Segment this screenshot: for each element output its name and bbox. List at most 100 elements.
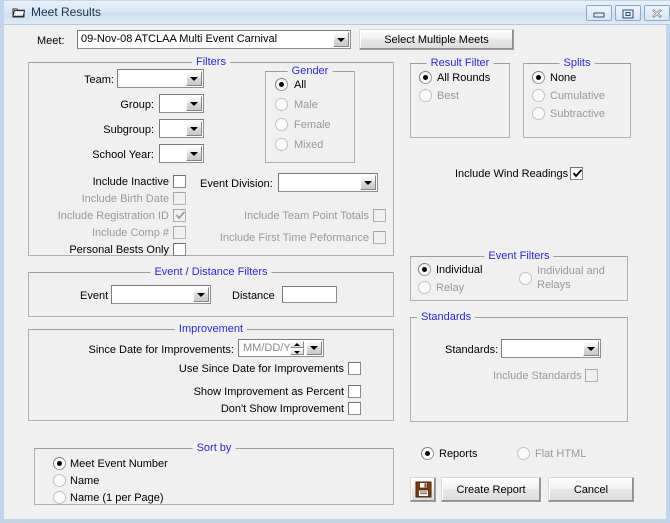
event-division-combo[interactable] bbox=[278, 173, 378, 192]
event-filters-radio-relay[interactable] bbox=[418, 281, 431, 294]
close-icon bbox=[652, 9, 662, 18]
subgroup-combo-arrow-button[interactable] bbox=[186, 121, 202, 136]
close-button[interactable] bbox=[644, 5, 670, 21]
checkmark-icon bbox=[175, 211, 186, 220]
include-birth-date-checkbox bbox=[173, 192, 186, 205]
distance-input[interactable] bbox=[282, 286, 337, 303]
splits-radio-none[interactable] bbox=[532, 71, 545, 84]
chevron-down-icon bbox=[310, 346, 318, 350]
splits-label-subtractive: Subtractive bbox=[550, 108, 606, 120]
folder-icon bbox=[12, 6, 26, 19]
event-division-combo-arrow-button[interactable] bbox=[360, 175, 376, 190]
splits-group-title: Splits bbox=[559, 57, 595, 69]
maximize-button[interactable] bbox=[615, 5, 641, 21]
radio-dot bbox=[536, 75, 541, 80]
restore-icon bbox=[622, 9, 634, 19]
splits-radio-cumulative[interactable] bbox=[532, 89, 545, 102]
include-wind-readings-label: Include Wind Readings bbox=[455, 168, 569, 180]
group-combo-value bbox=[163, 95, 184, 112]
save-button[interactable] bbox=[410, 477, 436, 502]
event-filters-label-relay: Relay bbox=[436, 282, 465, 294]
include-registration-id-label: Include Registration ID bbox=[57, 210, 169, 222]
standards-group-title: Standards bbox=[417, 311, 476, 323]
event-filters-group-title: Event Filters bbox=[484, 250, 554, 262]
result-filter-radio-all-rounds[interactable] bbox=[419, 71, 432, 84]
result-filter-group-title: Result Filter bbox=[426, 57, 494, 69]
standards-combo-arrow-button[interactable] bbox=[583, 341, 599, 356]
include-inactive-checkbox[interactable] bbox=[173, 175, 186, 188]
standards-select-label: Standards: bbox=[445, 344, 499, 356]
include-wind-readings-checkbox[interactable] bbox=[570, 167, 583, 180]
result-filter-radio-best[interactable] bbox=[419, 89, 432, 102]
include-team-point-totals-label: Include Team Point Totals bbox=[244, 210, 369, 222]
personal-bests-only-checkbox[interactable] bbox=[173, 243, 186, 256]
event-combo-arrow-button[interactable] bbox=[193, 287, 209, 302]
event-filters-label-individual: Individual bbox=[436, 264, 483, 276]
output-radio-flat-html[interactable] bbox=[517, 447, 530, 460]
sort-by-label-name-per-page: Name (1 per Page) bbox=[70, 492, 164, 504]
sort-by-radio-name-per-page[interactable] bbox=[53, 491, 66, 504]
subgroup-combo[interactable] bbox=[159, 119, 204, 138]
use-since-date-checkbox[interactable] bbox=[348, 362, 361, 375]
radio-dot bbox=[423, 75, 428, 80]
title-bar: Meet Results bbox=[4, 1, 670, 25]
event-filters-label-individual-and-relays: Individual and Relays bbox=[537, 265, 605, 291]
event-division-combo-value bbox=[282, 174, 358, 191]
cancel-button[interactable]: Cancel bbox=[548, 477, 634, 502]
show-improvement-percent-label: Show Improvement as Percent bbox=[193, 386, 344, 398]
include-first-time-performance-checkbox bbox=[373, 231, 386, 244]
filters-group-title: Filters bbox=[192, 56, 230, 68]
since-date-label: Since Date for Improvements: bbox=[88, 344, 234, 356]
meet-combo-arrow-button[interactable] bbox=[333, 32, 349, 47]
gender-radio-all[interactable] bbox=[275, 78, 288, 91]
floppy-disk-icon bbox=[415, 481, 431, 498]
gender-radio-female[interactable] bbox=[275, 118, 288, 131]
team-combo-arrow-button[interactable] bbox=[186, 71, 202, 86]
group-combo[interactable] bbox=[159, 94, 204, 113]
spinner-down-button[interactable] bbox=[290, 348, 304, 355]
gender-group-title: Gender bbox=[287, 65, 333, 77]
team-combo[interactable] bbox=[117, 69, 204, 88]
event-combo[interactable] bbox=[111, 285, 211, 304]
gender-label-all: All bbox=[294, 79, 307, 91]
since-date-dropdown-button[interactable] bbox=[306, 341, 322, 355]
meet-combo[interactable]: 09-Nov-08 ATCLAA Multi Event Carnival bbox=[77, 30, 351, 49]
sort-by-radio-meet-event-number[interactable] bbox=[53, 457, 66, 470]
select-multiple-meets-button[interactable]: Select Multiple Meets bbox=[359, 29, 514, 50]
event-filters-radio-individual-and-relays[interactable] bbox=[519, 272, 532, 285]
show-improvement-percent-checkbox[interactable] bbox=[348, 385, 361, 398]
dont-show-improvement-checkbox[interactable] bbox=[348, 402, 361, 415]
include-inactive-label: Include Inactive bbox=[92, 176, 169, 188]
output-radio-reports[interactable] bbox=[421, 447, 434, 460]
group-combo-arrow-button[interactable] bbox=[186, 96, 202, 111]
group-label: Group: bbox=[120, 99, 154, 111]
school-year-combo[interactable] bbox=[159, 144, 204, 163]
sort-by-radio-name[interactable] bbox=[53, 474, 66, 487]
spinner-up-button[interactable] bbox=[290, 341, 304, 348]
splits-label-none: None bbox=[550, 72, 577, 84]
dont-show-improvement-label: Don't Show Improvement bbox=[220, 403, 344, 415]
standards-combo[interactable] bbox=[501, 339, 601, 358]
team-combo-value bbox=[121, 70, 184, 87]
gender-radio-mixed[interactable] bbox=[275, 138, 288, 151]
since-date-input[interactable]: MM/DD/YY bbox=[238, 339, 324, 357]
result-filter-label-all-rounds: All Rounds bbox=[437, 72, 491, 84]
gender-radio-male[interactable] bbox=[275, 98, 288, 111]
school-year-combo-arrow-button[interactable] bbox=[186, 146, 202, 161]
chevron-down-icon bbox=[294, 350, 300, 354]
chevron-down-icon bbox=[190, 101, 198, 106]
include-first-time-performance-label: Include First Time Peformance bbox=[219, 232, 369, 244]
since-date-spinner[interactable] bbox=[290, 341, 304, 355]
create-report-button[interactable]: Create Report bbox=[441, 477, 541, 502]
minimize-button[interactable] bbox=[586, 5, 612, 21]
checkmark-icon bbox=[572, 169, 583, 178]
gender-label-female: Female bbox=[294, 119, 331, 131]
chevron-down-icon bbox=[190, 76, 198, 81]
event-filters-radio-individual[interactable] bbox=[418, 263, 431, 276]
distance-label: Distance bbox=[232, 290, 275, 302]
splits-radio-subtractive[interactable] bbox=[532, 107, 545, 120]
radio-dot bbox=[422, 267, 427, 272]
school-year-combo-value bbox=[163, 145, 184, 162]
include-team-point-totals-checkbox bbox=[373, 209, 386, 222]
chevron-down-icon bbox=[587, 346, 595, 351]
